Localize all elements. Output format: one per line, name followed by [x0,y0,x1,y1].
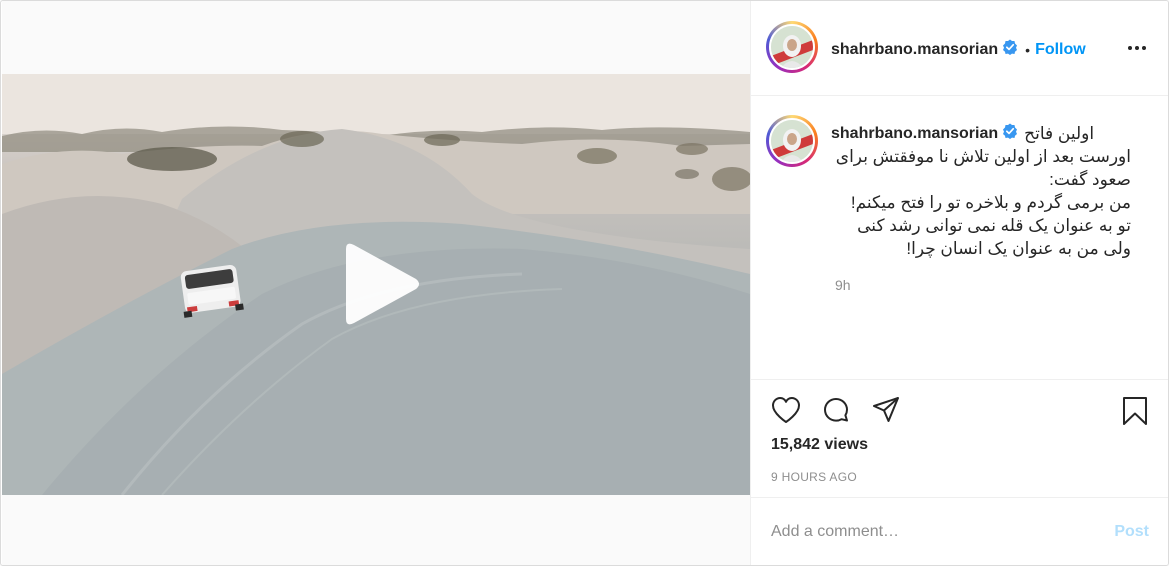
paper-plane-icon[interactable] [871,395,901,430]
caption-avatar[interactable] [766,115,818,167]
caption-text-line-4: من برمی گردم و بلاخره تو را فتح میکنم! [850,193,1131,212]
video-player[interactable] [2,74,750,495]
comment-icon[interactable] [821,396,851,431]
comment-input[interactable] [771,520,1091,544]
avatar[interactable] [766,21,818,73]
caption-text-line-2: اورست بعد از اولین تلاش نا موفقتش برای [835,147,1131,166]
caption-first-line: shahrbano.mansorian اولین فاتح [831,122,1131,145]
verified-badge-icon [1002,39,1018,60]
separator-dot: • [1025,41,1031,58]
post-comment-button[interactable]: Post [1114,523,1149,541]
post-card: shahrbano.mansorian • Follow shahrbano.m… [0,0,1169,566]
post-header: shahrbano.mansorian • Follow [751,1,1168,96]
play-icon[interactable] [342,241,422,327]
views-count[interactable]: 15,842 views [771,436,868,454]
caption-text-line-1: اولین فاتح [1024,124,1095,143]
caption: shahrbano.mansorian اولین فاتح اورست بعد… [831,122,1131,260]
media-area [2,1,750,565]
post-sidebar: shahrbano.mansorian • Follow shahrbano.m… [750,1,1168,565]
caption-text-line-3: صعود گفت: [1049,170,1131,189]
username-link[interactable]: shahrbano.mansorian [831,41,998,59]
action-bar: 15,842 views 9 HOURS AGO [751,379,1168,515]
caption-timestamp[interactable]: 9h [835,277,851,293]
add-comment-bar: Post [751,497,1168,565]
bookmark-icon[interactable] [1121,396,1149,431]
caption-text-line-6: ولی من به عنوان یک انسان چرا! [906,239,1131,258]
verified-badge-icon [1002,123,1018,144]
header-user-row: shahrbano.mansorian • Follow [831,39,1086,60]
comments-section: shahrbano.mansorian اولین فاتح اورست بعد… [751,97,1168,379]
heart-icon[interactable] [771,396,801,429]
follow-button[interactable]: Follow [1035,41,1086,59]
more-horizontal-icon[interactable] [1127,38,1147,63]
post-timestamp[interactable]: 9 HOURS AGO [771,470,857,484]
caption-username-link[interactable]: shahrbano.mansorian [831,125,998,143]
caption-text-line-5: تو به عنوان یک قله نمی توانی رشد کنی [857,216,1131,235]
